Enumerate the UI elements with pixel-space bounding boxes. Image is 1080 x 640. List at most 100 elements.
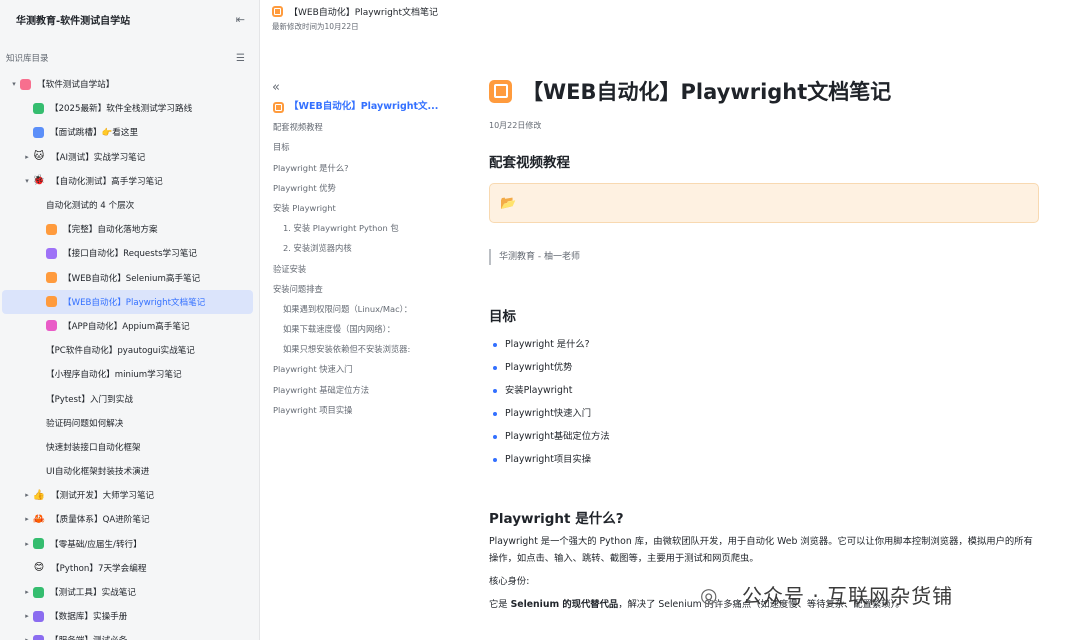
sidebar-item[interactable]: 验证码问题如何解决 [2,411,253,435]
heading-video: 配套视频教程 [489,155,570,171]
outline-item[interactable]: Playwright 优势 [262,178,457,198]
sidebar-item[interactable]: 😊 【Python】7天学会编程 [2,556,253,580]
sidebar-item[interactable]: 【Pytest】入门到实战 [2,386,253,410]
outline-item[interactable]: 如果遇到权限问题（Linux/Mac）： [262,299,457,319]
doc-type-icon [273,101,284,113]
wechat-watermark: ◎ 公众号 · 互联网杂货铺 [700,580,953,609]
goal-list-item: Playwright优势 [489,356,1041,379]
doc-title-row: 【WEB自动化】Playwright文档笔记 [489,72,1041,110]
caret-right-icon[interactable]: ▸ [21,612,33,620]
sidebar-item-label: 【PC软件自动化】pyautogui实战笔记 [46,346,195,357]
sidebar-item-label: 【测试开发】大师学习笔记 [51,491,155,502]
orange-square-icon [46,296,57,308]
caret-right-icon[interactable]: ▸ [21,588,33,596]
caret-right-icon[interactable]: ▸ [21,515,33,523]
caret-right-icon[interactable]: ▸ [21,153,33,161]
goal-list-item: Playwright基础定位方法 [489,425,1041,448]
outline-item[interactable]: 2. 安装浏览器内核 [262,238,457,258]
violet-square-icon [33,610,44,622]
sidebar-item[interactable]: 【接口自动化】Requests学习笔记 [2,241,253,265]
sidebar-item[interactable]: 自动化测试的 4 个层次 [2,193,253,217]
outline-item[interactable]: 如果只想安装依赖但不安装浏览器: [262,339,457,359]
sidebar-item[interactable]: ▸ 🦀 【质量体系】QA进阶笔记 [2,507,253,531]
sidebar-item[interactable]: ▸ 【数据库】实操手册 [2,604,253,628]
outline-item[interactable]: Playwright 是什么? [262,158,457,178]
outline-item-label: 验证安装 [273,263,307,274]
quote-block: 华测教育 - 柚一老师 [489,249,1041,265]
sidebar-item-label: 【自动化测试】高手学习笔记 [51,176,163,187]
cat-icon: 🐱 [33,151,45,163]
outline-item[interactable]: 1. 安装 Playwright Python 包 [262,218,457,238]
sidebar-item-label: 【软件测试自学站】 [37,80,115,91]
outline-item[interactable]: 安装问题排查 [262,279,457,299]
bug-icon: 🐞 [32,175,46,187]
sidebar-item[interactable]: ▾ 【软件测试自学站】 [2,72,253,96]
outline-item-current[interactable]: 【WEB自动化】Playwright文... [262,97,457,117]
sidebar-item[interactable]: ▸ 【测试工具】实战笔记 [2,580,253,604]
sidebar-item[interactable]: 【面试跳槽】👉看这里 [2,120,253,144]
crab-icon: 🦀 [32,513,46,525]
caret-right-icon[interactable]: ▸ [21,540,33,548]
sidebar-item-label: 【小程序自动化】minium学习笔记 [46,370,182,381]
wechat-icon: ◎ [700,582,719,607]
app-window: 华测教育-软件测试自学站 ⇤ 知识库目录 ☰ ▾ 【软件测试自学站】【2025最新… [0,0,1080,640]
outline-item-label: 1. 安装 Playwright Python 包 [283,223,399,234]
caret-down-icon[interactable]: ▾ [8,80,20,88]
goal-list-item: Playwright快速入门 [489,402,1041,425]
callout-block[interactable]: 📂 [489,183,1039,223]
sidebar-item[interactable]: ▸ 👍 【测试开发】大师学习笔记 [2,483,253,507]
folder-icon: 📂 [500,195,517,211]
sidebar-item[interactable]: 快速封装接口自动化框架 [2,435,253,459]
sidebar-item[interactable]: ▸ 【服务端】测试必备 [2,628,253,640]
sidebar-item-label: 验证码问题如何解决 [46,418,124,429]
sidebar: 华测教育-软件测试自学站 ⇤ 知识库目录 ☰ ▾ 【软件测试自学站】【2025最新… [0,0,260,640]
heading-goal: 目标 [489,309,516,325]
catalog-label: 知识库目录 [6,54,49,64]
caret-right-icon[interactable]: ▸ [21,491,33,499]
doc-date: 10月22日修改 [489,121,542,130]
paragraph-core-prefix: 它是 [489,599,511,610]
doc-title-icon [489,79,512,103]
sidebar-item[interactable]: 【WEB自动化】Playwright文档笔记 [2,289,253,314]
sidebar-item[interactable]: 【完整】自动化落地方案 [2,217,253,241]
sidebar-item[interactable]: 【2025最新】软件全栈测试学习路线 [2,96,253,120]
sidebar-item-label: 【WEB自动化】Selenium高手笔记 [63,273,201,284]
outline-item[interactable]: 配套视频教程 [262,117,457,137]
collapse-outline-icon[interactable]: « [272,80,457,95]
space-title: 华测教育-软件测试自学站 [16,15,131,27]
sidebar-item[interactable]: 【PC软件自动化】pyautogui实战笔记 [2,338,253,362]
doc-outline: « 【WEB自动化】Playwright文... 配套视频教程 目标 Playwrig… [262,80,457,420]
sidebar-item[interactable]: UI自动化框架封装技术演进 [2,459,253,483]
outline-item[interactable]: 目标 [262,137,457,157]
caret-down-icon[interactable]: ▾ [21,177,33,185]
collapse-sidebar-icon[interactable]: ⇤ [236,13,245,26]
blue-square-icon [33,126,44,138]
sidebar-item[interactable]: 【APP自动化】Appium高手笔记 [2,314,253,338]
goal-list-item: Playwright项目实操 [489,448,1041,471]
outline-item[interactable]: 验证安装 [262,259,457,279]
outline-item[interactable]: Playwright 项目实操 [262,400,457,420]
outline-item[interactable]: 安装 Playwright [262,198,457,218]
heading-what: Playwright 是什么? [489,511,624,527]
green-square-icon [33,586,44,598]
magenta-square-icon [46,320,57,332]
catalog-settings-icon[interactable]: ☰ [236,53,245,64]
sidebar-item[interactable]: 【WEB自动化】Selenium高手笔记 [2,266,253,290]
sidebar-item[interactable]: ▸ 【零基础/应届生/转行】 [2,532,253,556]
sidebar-item[interactable]: ▸ 🐱 【AI测试】实战学习笔记 [2,145,253,169]
outline-item[interactable]: Playwright 快速入门 [262,359,457,379]
sidebar-item[interactable]: ▾ 🐞 【自动化测试】高手学习笔记 [2,169,253,193]
smile-icon: 😊 [33,562,45,574]
outline-item[interactable]: 如果下载速度慢（国内网络）： [262,319,457,339]
last-modified: 最新修改时间为10月22日 [272,22,359,31]
outline-item-label: 如果只想安装依赖但不安装浏览器: [283,344,411,355]
sidebar-item-label: 自动化测试的 4 个层次 [46,201,135,212]
sidebar-item[interactable]: 【小程序自动化】minium学习笔记 [2,362,253,386]
sidebar-item-label: 【面试跳槽】👉看这里 [50,128,139,139]
outline-item[interactable]: Playwright 基础定位方法 [262,380,457,400]
watermark-text: 公众号 · 互联网杂货铺 [742,584,954,608]
caret-right-icon[interactable]: ▸ [21,636,33,640]
outline-item-label: 安装问题排查 [273,283,323,294]
outline-item-label: Playwright 快速入门 [273,364,353,375]
green-square-icon [33,538,44,550]
